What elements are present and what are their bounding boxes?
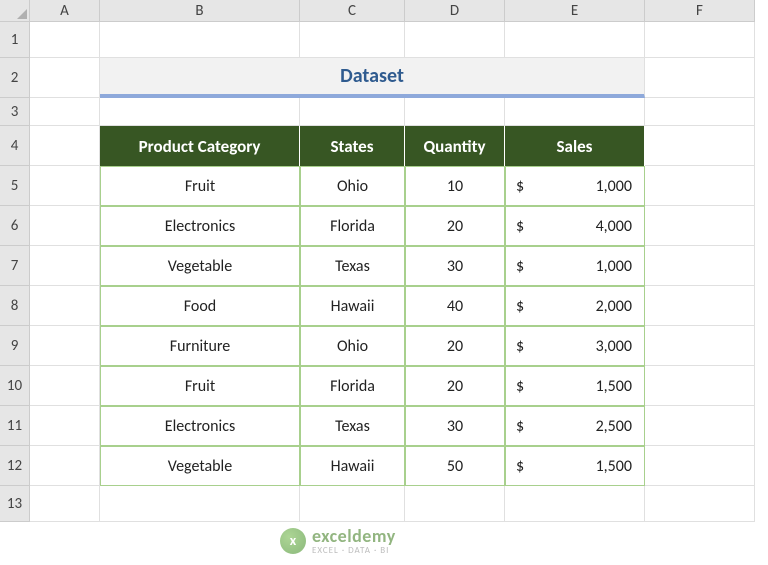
sales-amount: 1,000 <box>596 257 632 276</box>
currency-symbol: $ <box>516 177 524 196</box>
cell-quantity[interactable]: 20 <box>405 326 505 366</box>
cell-sales[interactable]: $3,000 <box>505 326 645 366</box>
row-header-8[interactable]: 8 <box>0 286 29 326</box>
worksheet-grid[interactable]: Dataset Product CategoryStatesQuantitySal… <box>30 22 755 522</box>
table-header-sales[interactable]: Sales <box>505 126 645 166</box>
cell-empty[interactable] <box>645 486 755 522</box>
sales-amount: 2,000 <box>596 297 632 316</box>
cell-state[interactable]: Ohio <box>300 166 405 206</box>
cell-category[interactable]: Fruit <box>100 366 300 406</box>
cell-empty[interactable] <box>505 22 645 58</box>
cell-category[interactable]: Vegetable <box>100 446 300 486</box>
column-header-C[interactable]: C <box>300 0 405 21</box>
cell-empty[interactable] <box>30 22 100 58</box>
cell-sales[interactable]: $1,000 <box>505 166 645 206</box>
cell-state[interactable]: Florida <box>300 206 405 246</box>
cell-sales[interactable]: $1,500 <box>505 446 645 486</box>
row-header-6[interactable]: 6 <box>0 206 29 246</box>
cell-empty[interactable] <box>645 22 755 58</box>
cell-category[interactable]: Furniture <box>100 326 300 366</box>
dataset-title[interactable]: Dataset <box>100 58 645 98</box>
sales-amount: 4,000 <box>596 217 632 236</box>
column-headers: ABCDEF <box>30 0 755 22</box>
column-header-F[interactable]: F <box>645 0 755 21</box>
cell-sales[interactable]: $2,000 <box>505 286 645 326</box>
table-header-states[interactable]: States <box>300 126 405 166</box>
cell-category[interactable]: Vegetable <box>100 246 300 286</box>
row-header-1[interactable]: 1 <box>0 22 29 58</box>
cell-category[interactable]: Fruit <box>100 166 300 206</box>
column-header-D[interactable]: D <box>405 0 505 21</box>
row-header-12[interactable]: 12 <box>0 446 29 486</box>
currency-symbol: $ <box>516 377 524 396</box>
row-header-7[interactable]: 7 <box>0 246 29 286</box>
cell-empty[interactable] <box>30 98 100 126</box>
cell-category[interactable]: Electronics <box>100 406 300 446</box>
cell-state[interactable]: Hawaii <box>300 446 405 486</box>
cell-empty[interactable] <box>100 22 300 58</box>
currency-symbol: $ <box>516 257 524 276</box>
watermark-logo-icon: x <box>280 528 306 554</box>
cell-state[interactable]: Texas <box>300 406 405 446</box>
currency-symbol: $ <box>516 457 524 476</box>
cell-empty[interactable] <box>505 98 645 126</box>
cell-quantity[interactable]: 50 <box>405 446 505 486</box>
cell-state[interactable]: Ohio <box>300 326 405 366</box>
currency-symbol: $ <box>516 337 524 356</box>
table-header-quantity[interactable]: Quantity <box>405 126 505 166</box>
cell-empty[interactable] <box>405 486 505 522</box>
cell-sales[interactable]: $1,000 <box>505 246 645 286</box>
cell-quantity[interactable]: 20 <box>405 366 505 406</box>
currency-symbol: $ <box>516 217 524 236</box>
select-all-corner[interactable] <box>0 0 30 22</box>
cell-empty[interactable] <box>30 486 100 522</box>
sales-amount: 1,500 <box>596 377 632 396</box>
cell-empty[interactable] <box>300 98 405 126</box>
cell-quantity[interactable]: 40 <box>405 286 505 326</box>
row-header-13[interactable]: 13 <box>0 486 29 522</box>
currency-symbol: $ <box>516 297 524 316</box>
cell-state[interactable]: Hawaii <box>300 286 405 326</box>
cell-quantity[interactable]: 10 <box>405 166 505 206</box>
row-header-10[interactable]: 10 <box>0 366 29 406</box>
table-header-category[interactable]: Product Category <box>100 126 300 166</box>
watermark-tag: EXCEL · DATA · BI <box>312 545 396 556</box>
cell-empty[interactable] <box>300 486 405 522</box>
cell-category[interactable]: Food <box>100 286 300 326</box>
cell-empty[interactable] <box>405 98 505 126</box>
sales-amount: 1,000 <box>596 177 632 196</box>
cell-quantity[interactable]: 30 <box>405 406 505 446</box>
watermark: x exceldemy EXCEL · DATA · BI <box>280 525 396 556</box>
row-headers: 12345678910111213 <box>0 22 30 522</box>
cell-quantity[interactable]: 30 <box>405 246 505 286</box>
row-header-3[interactable]: 3 <box>0 98 29 126</box>
cell-state[interactable]: Florida <box>300 366 405 406</box>
currency-symbol: $ <box>516 417 524 436</box>
column-header-B[interactable]: B <box>100 0 300 21</box>
column-header-A[interactable]: A <box>30 0 100 21</box>
cell-empty[interactable] <box>300 22 405 58</box>
row-header-2[interactable]: 2 <box>0 58 29 98</box>
row-header-5[interactable]: 5 <box>0 166 29 206</box>
row-header-4[interactable]: 4 <box>0 126 29 166</box>
row-header-9[interactable]: 9 <box>0 326 29 366</box>
cell-category[interactable]: Electronics <box>100 206 300 246</box>
sales-amount: 3,000 <box>596 337 632 356</box>
cell-empty[interactable] <box>405 22 505 58</box>
cell-state[interactable]: Texas <box>300 246 405 286</box>
sales-amount: 2,500 <box>596 417 632 436</box>
row-header-11[interactable]: 11 <box>0 406 29 446</box>
sales-amount: 1,500 <box>596 457 632 476</box>
cell-sales[interactable]: $1,500 <box>505 366 645 406</box>
cell-empty[interactable] <box>505 486 645 522</box>
cell-sales[interactable]: $2,500 <box>505 406 645 446</box>
watermark-brand: exceldemy <box>312 525 396 547</box>
cell-empty[interactable] <box>100 486 300 522</box>
cell-sales[interactable]: $4,000 <box>505 206 645 246</box>
cell-empty[interactable] <box>100 98 300 126</box>
column-header-E[interactable]: E <box>505 0 645 21</box>
cell-quantity[interactable]: 20 <box>405 206 505 246</box>
cell-empty[interactable] <box>645 98 755 126</box>
